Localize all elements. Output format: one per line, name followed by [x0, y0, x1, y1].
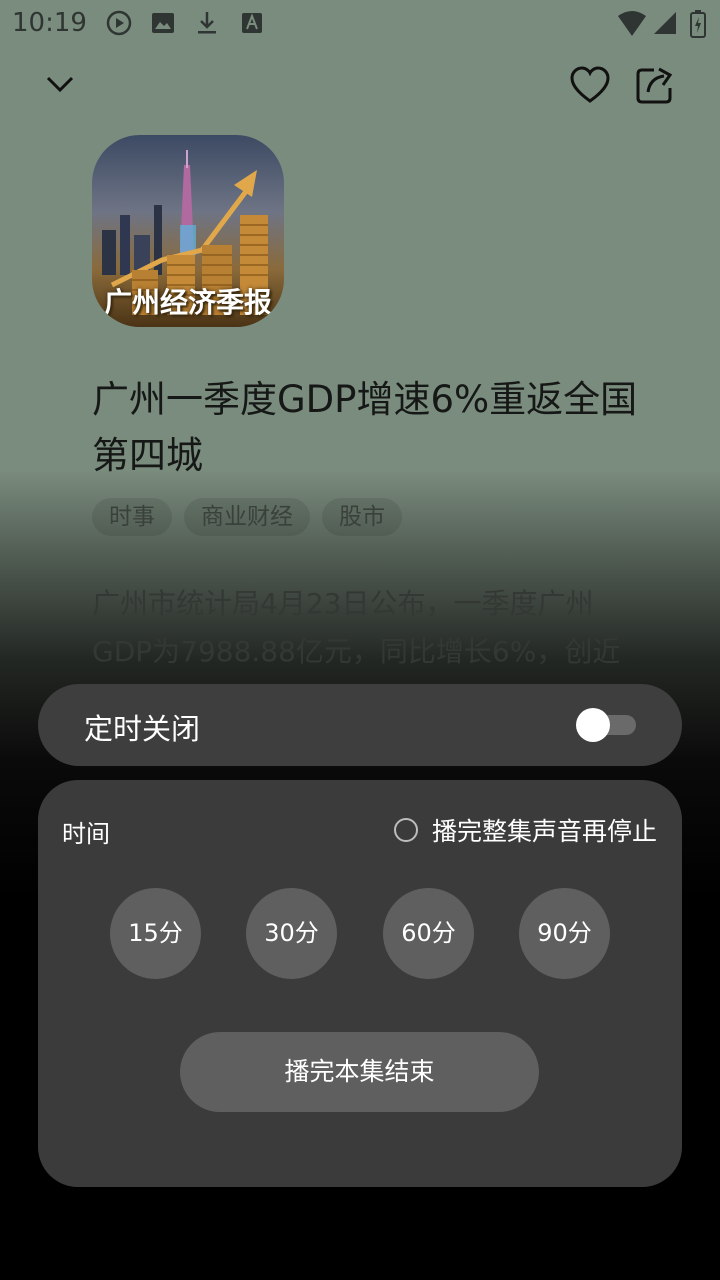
- timer-15-button[interactable]: 15分: [110, 888, 201, 979]
- switch-knob[interactable]: [576, 708, 610, 742]
- tag-list: 时事 商业财经 股市: [92, 498, 402, 536]
- tag-item[interactable]: 股市: [322, 498, 402, 536]
- tag-item[interactable]: 商业财经: [184, 498, 310, 536]
- cover-caption: 广州经济季报: [103, 286, 272, 319]
- sleep-timer-label: 定时关闭: [84, 712, 201, 746]
- status-bar: 10:19: [0, 0, 720, 50]
- time-label: 时间: [62, 820, 110, 848]
- chevron-down-icon[interactable]: [38, 64, 82, 108]
- episode-title: 广州一季度GDP增速6%重返全国第四城: [92, 378, 638, 477]
- timer-60-button[interactable]: 60分: [383, 888, 474, 979]
- status-time: 10:19: [12, 8, 87, 38]
- radio-button[interactable]: [394, 818, 418, 842]
- tag-item[interactable]: 时事: [92, 498, 172, 536]
- timer-90-button[interactable]: 90分: [519, 888, 610, 979]
- timer-30-button[interactable]: 30分: [246, 888, 337, 979]
- finish-episode-option[interactable]: 播完整集声音再停止: [394, 812, 657, 848]
- sleep-timer-panel: 时间 播完整集声音再停止 15分 30分 60分 90分 播完本集结束: [38, 780, 682, 1187]
- download-icon: [198, 12, 216, 34]
- image-icon: [152, 13, 174, 33]
- wifi-icon: [618, 11, 646, 36]
- end-of-episode-button[interactable]: 播完本集结束: [180, 1032, 539, 1112]
- episode-cover[interactable]: 广州经济季报: [92, 135, 284, 327]
- play-circle-icon: [106, 10, 132, 36]
- finish-episode-label: 播完整集声音再停止: [432, 817, 658, 846]
- text-a-icon: [242, 13, 262, 33]
- battery-icon: [690, 10, 706, 38]
- signal-icon: [654, 12, 676, 34]
- episode-summary: 广州市统计局4月23日公布，一季度广州GDP为7988.88亿元，同比增长6%，…: [92, 587, 621, 668]
- share-icon[interactable]: [634, 64, 678, 108]
- heart-icon[interactable]: [568, 64, 612, 108]
